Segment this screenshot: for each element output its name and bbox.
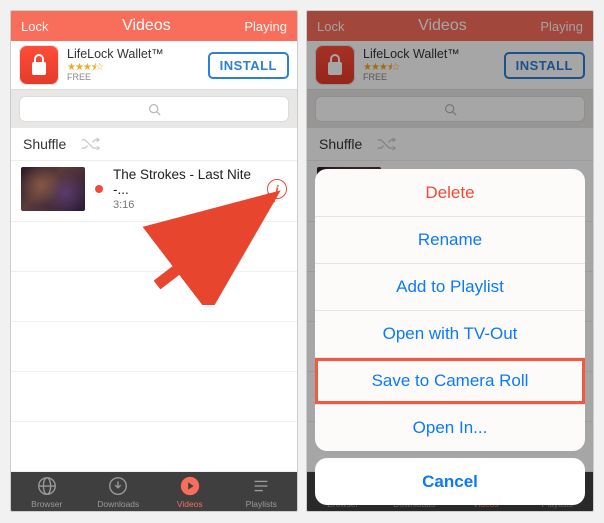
action-sheet: Delete Rename Add to Playlist Open with … bbox=[315, 169, 585, 505]
video-duration: 3:16 bbox=[113, 199, 257, 211]
lock-icon bbox=[19, 45, 59, 85]
action-open-in[interactable]: Open In... bbox=[315, 404, 585, 451]
action-sheet-group: Delete Rename Add to Playlist Open with … bbox=[315, 169, 585, 451]
play-icon bbox=[179, 475, 201, 497]
install-button[interactable]: INSTALL bbox=[208, 52, 289, 79]
tab-playlists[interactable]: Playlists bbox=[226, 472, 298, 511]
search-area bbox=[11, 90, 297, 128]
shuffle-icon bbox=[80, 137, 100, 151]
shuffle-label: Shuffle bbox=[23, 136, 66, 152]
nav-bar: Lock Videos Playing bbox=[11, 11, 297, 41]
info-button[interactable]: i bbox=[267, 179, 287, 199]
action-save-to-camera-roll[interactable]: Save to Camera Roll bbox=[315, 357, 585, 404]
screenshot-right: Lock Videos Playing LifeLock Wallet™ ★★★… bbox=[306, 10, 594, 512]
tab-videos[interactable]: Videos bbox=[154, 472, 226, 511]
action-cancel[interactable]: Cancel bbox=[315, 458, 585, 505]
video-title: The Strokes - Last Nite -... bbox=[113, 167, 257, 197]
action-delete[interactable]: Delete bbox=[315, 169, 585, 216]
tab-label: Videos bbox=[177, 499, 203, 509]
tab-browser[interactable]: Browser bbox=[11, 472, 83, 511]
tab-label: Downloads bbox=[97, 499, 139, 509]
unplayed-dot-icon bbox=[95, 185, 103, 193]
search-icon bbox=[148, 103, 161, 116]
nav-title: Videos bbox=[122, 17, 171, 35]
tab-label: Playlists bbox=[246, 499, 277, 509]
playlist-icon bbox=[250, 475, 272, 497]
tab-bar: Browser Downloads Videos Playlists bbox=[11, 472, 297, 511]
tab-downloads[interactable]: Downloads bbox=[83, 472, 155, 511]
video-row[interactable]: The Strokes - Last Nite -... 3:16 i bbox=[11, 161, 297, 222]
action-open-with-tv-out[interactable]: Open with TV-Out bbox=[315, 310, 585, 357]
screenshot-left: Lock Videos Playing LifeLock Wallet™ ★★★… bbox=[10, 10, 298, 512]
search-input[interactable] bbox=[19, 96, 289, 122]
ad-title: LifeLock Wallet™ bbox=[67, 48, 200, 62]
globe-icon bbox=[36, 475, 58, 497]
nav-playing-button[interactable]: Playing bbox=[244, 19, 287, 34]
tab-label: Browser bbox=[31, 499, 62, 509]
ad-banner[interactable]: LifeLock Wallet™ ★★★⯨☆ FREE INSTALL bbox=[11, 41, 297, 90]
download-icon bbox=[107, 475, 129, 497]
video-thumbnail bbox=[21, 167, 85, 211]
empty-rows bbox=[11, 222, 297, 472]
nav-lock-button[interactable]: Lock bbox=[21, 19, 48, 34]
action-add-to-playlist[interactable]: Add to Playlist bbox=[315, 263, 585, 310]
ad-free-label: FREE bbox=[67, 73, 200, 83]
ad-text: LifeLock Wallet™ ★★★⯨☆ FREE bbox=[67, 48, 200, 83]
action-rename[interactable]: Rename bbox=[315, 216, 585, 263]
shuffle-row[interactable]: Shuffle bbox=[11, 128, 297, 161]
video-meta: The Strokes - Last Nite -... 3:16 bbox=[113, 167, 257, 211]
